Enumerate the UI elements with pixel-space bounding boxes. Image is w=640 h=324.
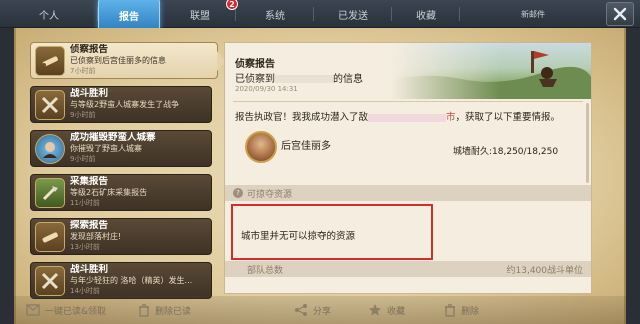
mail-item-scout-report[interactable]: 侦察报告 已侦察到后宫佳丽多的信息 7小时前: [30, 42, 225, 79]
redacted-city-name: [368, 113, 447, 122]
mail-time: 9小时前: [70, 155, 96, 163]
mail-item-explore-report[interactable]: 探索报告 发现部落村庄! 13小时前: [30, 218, 212, 255]
tab-label: 收藏: [416, 10, 436, 22]
target-name: 后宫佳丽多: [281, 141, 331, 152]
action-label: 删除已读: [155, 306, 192, 317]
mail-subtitle: 你摧毁了野蛮人城寨: [70, 144, 142, 153]
tab-label: 系统: [265, 10, 285, 22]
section-title: 可掠夺资源: [247, 189, 293, 200]
mail-title: 探索报告: [70, 220, 109, 231]
mail-item-battle-victory-elite[interactable]: 战斗胜利 与年少轻狂的 洛哈（精英）发生... 14小时前: [30, 262, 212, 299]
mail-title: 战斗胜利: [70, 264, 109, 275]
mail-item-battle-victory[interactable]: 战斗胜利 与等级2野蛮人城寨发生了战争 9小时前: [30, 86, 212, 123]
share-button[interactable]: 分享: [294, 296, 331, 324]
section-lootable-resources: ? 可掠夺资源: [225, 185, 591, 201]
report-title: 侦察报告: [235, 59, 275, 70]
mail-time: 7小时前: [70, 67, 96, 75]
mail-item-destroyed-barbarian-fort[interactable]: 成功摧毁野蛮人城寨 你摧毁了野蛮人城寨 9小时前: [30, 130, 212, 167]
action-label: 分享: [313, 306, 332, 317]
favorite-button[interactable]: 收藏: [368, 296, 405, 324]
report-date: 2020/09/30 14:31: [235, 85, 298, 93]
divider: [233, 101, 583, 102]
mail-title: 战斗胜利: [70, 88, 109, 99]
no-loot-text: 城市里并无可以掠夺的资源: [241, 231, 356, 242]
report-detail-panel: 侦察报告 已侦察到 的信息 2020/09/30 14:31 报告执政官！我我成功…: [224, 42, 592, 294]
mail-subtitle: 等级2石矿床采集报告: [70, 188, 148, 197]
tab-new-mail[interactable]: 新邮件: [500, 2, 566, 26]
close-icon: [613, 7, 627, 21]
mail-title: 成功摧毁野蛮人城寨: [70, 132, 156, 143]
tab-favorites[interactable]: 收藏: [392, 2, 460, 26]
mail-title: 采集报告: [70, 176, 109, 187]
mail-item-gather-report[interactable]: 采集报告 等级2石矿床采集报告 11小时前: [30, 174, 212, 211]
target-avatar[interactable]: [245, 131, 277, 163]
action-label: 收藏: [387, 306, 406, 317]
tab-system[interactable]: 系统: [236, 2, 314, 26]
telescope-icon: [35, 45, 65, 76]
wall-durability: 城墙耐久:18,250/18,250: [453, 147, 559, 157]
hero-avatar-icon: [35, 133, 65, 164]
action-label: 一键已读&领取: [45, 306, 107, 317]
scrollbar[interactable]: [586, 103, 589, 183]
redacted-name: [275, 75, 333, 83]
crossed-swords-icon: [35, 89, 65, 120]
trash-icon: [445, 303, 455, 317]
tab-label: 已发送: [338, 10, 368, 22]
star-icon: [369, 304, 381, 316]
mail-subtitle: 与等级2野蛮人城寨发生了战争: [70, 100, 180, 109]
report-body: 报告执政官！我我成功潜入了敌 市，获取了以下重要情报。: [235, 109, 560, 123]
report-suffix: ，获取了以下重要情报。: [455, 112, 561, 123]
tab-sent[interactable]: 已发送: [314, 2, 392, 26]
report-red-text: 市: [446, 112, 456, 123]
share-icon: [295, 304, 307, 316]
troop-total-value: 约13,400战斗单位: [506, 265, 584, 276]
tab-personal[interactable]: 个人: [0, 2, 98, 26]
mail-subtitle: 与年少轻狂的 洛哈（精英）发生...: [70, 276, 193, 285]
mail-time: 9小时前: [70, 111, 96, 119]
tab-label: 新邮件: [521, 9, 545, 19]
close-button[interactable]: [606, 2, 634, 26]
highlighted-no-loot-box: 城市里并无可以掠夺的资源: [231, 204, 433, 260]
envelope-icon: [26, 304, 40, 316]
action-label: 删除: [461, 306, 480, 317]
tab-label: 个人: [39, 10, 59, 22]
read-all-claim-button[interactable]: 一键已读&领取: [26, 296, 106, 324]
delete-button[interactable]: 删除: [444, 296, 479, 324]
tab-alliance[interactable]: 联盟: [164, 2, 236, 26]
explore-telescope-icon: [35, 221, 65, 252]
report-subtitle-prefix: 已侦察到: [235, 74, 275, 85]
help-icon[interactable]: ?: [233, 188, 243, 198]
section-title: 部队总数: [247, 265, 284, 276]
delete-read-button[interactable]: 删除已读: [138, 296, 191, 324]
mail-time: 11小时前: [70, 199, 100, 207]
report-subtitle: 已侦察到 的信息: [235, 70, 363, 85]
tab-label: 联盟: [190, 10, 210, 22]
trash-icon: [139, 303, 149, 317]
gather-axe-icon: [35, 177, 65, 208]
tab-bar: 个人 报告 联盟 系统 已发送 收藏 新邮件 2: [0, 0, 640, 32]
section-troop-total: 部队总数 约13,400战斗单位: [225, 261, 591, 277]
tab-label: 报告: [119, 11, 139, 23]
report-prefix: 报告执政官！我我成功潜入了敌: [235, 112, 369, 123]
crossed-swords-icon: [35, 265, 65, 296]
mail-title: 侦察报告: [70, 44, 109, 55]
mail-subtitle: 已侦察到后宫佳丽多的信息: [70, 56, 166, 65]
mail-subtitle: 发现部落村庄!: [70, 232, 122, 241]
mail-time: 13小时前: [70, 243, 100, 251]
report-subtitle-suffix: 的信息: [333, 74, 363, 85]
